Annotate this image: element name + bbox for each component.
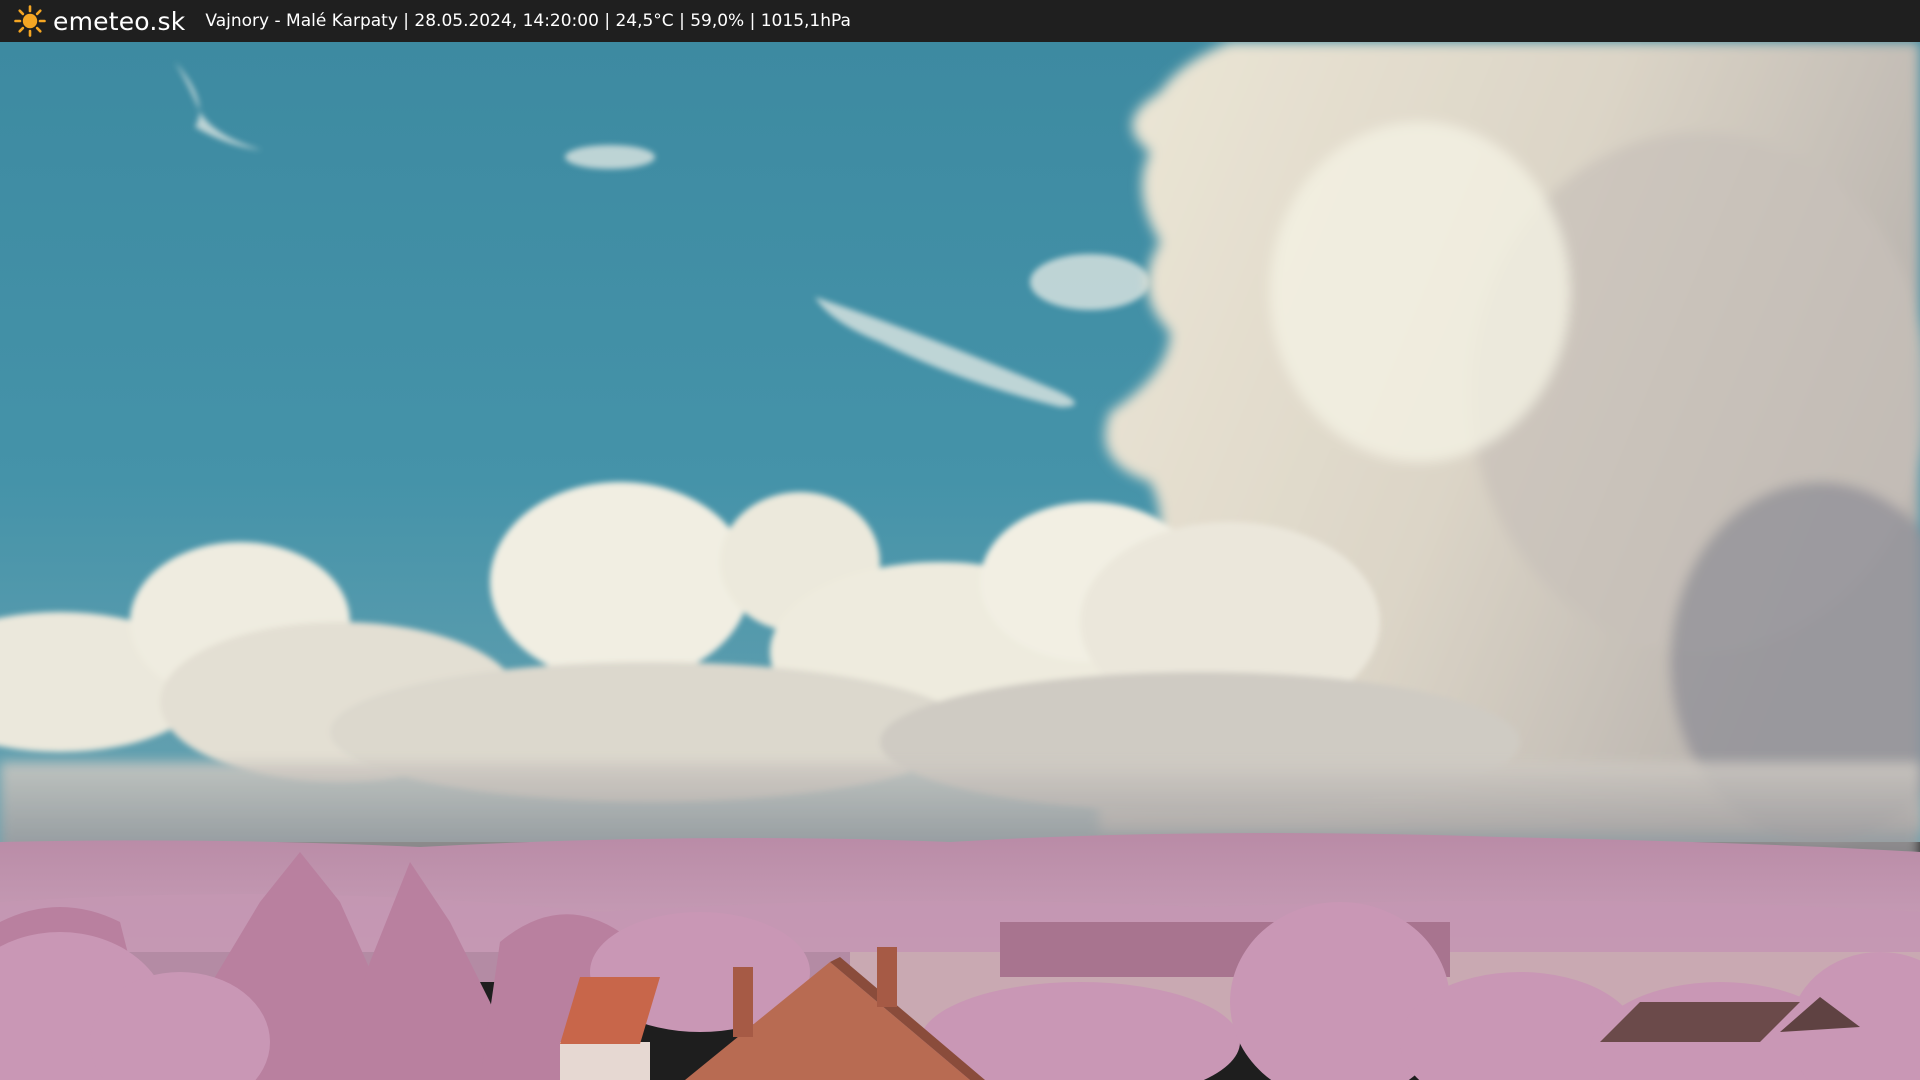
webcam-image (0, 42, 1920, 1080)
sun-icon (14, 5, 46, 37)
header-bar: emeteo.sk Vajnory - Malé Karpaty | 28.05… (0, 0, 1920, 42)
site-logo[interactable]: emeteo.sk (14, 5, 185, 37)
site-name[interactable]: emeteo.sk (53, 7, 185, 36)
webcam-caption: Vajnory - Malé Karpaty | 28.05.2024, 14:… (205, 11, 851, 31)
